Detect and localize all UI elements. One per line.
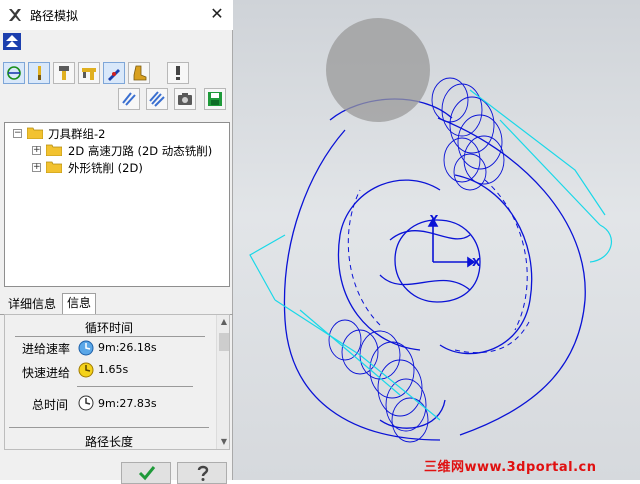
total-time-value: 9m:27.83s [98, 397, 157, 410]
camera-icon [178, 93, 192, 105]
path-display-icon [7, 66, 21, 80]
help-icon [197, 465, 209, 481]
dashed-bottom [454, 319, 531, 354]
ok-button[interactable] [121, 462, 171, 484]
tree-item-contour-mill[interactable]: 外形铣削 (2D) [68, 160, 143, 176]
double-up-arrow-icon [3, 33, 21, 50]
axis-x-label: X [472, 256, 481, 269]
scroll-up-arrow-icon[interactable]: ▲ [217, 315, 229, 329]
outer-contour-right [437, 117, 586, 436]
outer-contour-left [283, 129, 441, 441]
feed-rate-label: 进给速率 [22, 342, 71, 356]
total-time-label: 总时间 [32, 398, 69, 412]
holder-icon [59, 66, 69, 80]
feed-rate-value: 9m:26.18s [98, 341, 157, 354]
trochoid-loop [449, 96, 495, 154]
boot-button[interactable] [128, 62, 150, 84]
axis-y-label: Y [429, 213, 439, 226]
divider [77, 386, 193, 387]
trochoid-loop [463, 135, 505, 185]
bottom-loop [379, 399, 446, 429]
pen-button[interactable] [103, 62, 125, 84]
divider [9, 427, 209, 428]
tree-item-dynamic-mill[interactable]: 2D 高速刀路 (2D 动态铣削) [68, 143, 212, 159]
info-tabs: 详细信息 信息 [0, 293, 233, 315]
rapid-move [499, 119, 601, 226]
toolpath-lines-icon [122, 92, 136, 106]
tool-sphere [326, 18, 430, 122]
tree-expand-toggle[interactable]: + [32, 146, 41, 155]
save-icon [208, 92, 222, 106]
scroll-thumb[interactable] [219, 333, 229, 351]
boot-icon [133, 65, 147, 81]
path-simulation-panel: 路径模拟 ✕ − 刀具群组-2 + 2D 高速刀路 (2D 动态铣削) + 外形… [0, 0, 233, 484]
tree-item-toolgroup[interactable]: 刀具群组-2 [48, 126, 105, 142]
trochoid-loop [443, 137, 481, 183]
rapid-label: 快速进给 [22, 366, 71, 380]
camera-button[interactable] [174, 88, 196, 110]
pen-icon [108, 69, 120, 81]
cycle-time-heading: 循环时间 [84, 321, 133, 335]
feed-clock-icon [78, 340, 94, 356]
folder-icon [46, 144, 62, 156]
info-icon [176, 66, 180, 80]
toolpath-lines-button[interactable] [118, 88, 140, 110]
total-clock-icon [78, 395, 94, 411]
rapid-move [299, 309, 401, 396]
close-button[interactable]: ✕ [207, 4, 227, 24]
trochoid-loop [369, 341, 415, 399]
app-logo-icon [9, 9, 21, 21]
operations-tree[interactable]: − 刀具群组-2 + 2D 高速刀路 (2D 动态铣削) + 外形铣削 (2D) [4, 122, 230, 287]
collapse-up-button[interactable] [3, 33, 21, 50]
tab-details[interactable]: 详细信息 [4, 295, 60, 314]
rapid-move [249, 234, 286, 301]
info-scrollbar[interactable]: ▲ ▼ [216, 315, 229, 449]
checkmark-icon [138, 466, 156, 481]
toolpath-fill-button[interactable] [146, 88, 168, 110]
rapid-move [589, 224, 612, 263]
scroll-down-arrow-icon[interactable]: ▼ [217, 435, 229, 449]
inner-lobe-top [439, 174, 533, 355]
holder-shank-icon [82, 68, 96, 80]
tab-info[interactable]: 信息 [62, 293, 97, 315]
tree-collapse-toggle[interactable]: − [13, 129, 22, 138]
dashed-inner-right [484, 179, 528, 331]
info-panel: 循环时间 进给速率 9m:26.18s 快速进给 1.65s 总时间 9m:27… [4, 314, 230, 450]
trochoid-loop [453, 153, 487, 191]
folder-icon [46, 161, 62, 173]
tool-icon [38, 66, 41, 80]
dashed-inner-left [347, 189, 381, 326]
help-button[interactable] [177, 462, 227, 484]
info-button[interactable] [167, 62, 189, 84]
window-title: 路径模拟 [30, 9, 79, 23]
tree-expand-toggle[interactable]: + [32, 163, 41, 172]
path-display-button[interactable] [3, 62, 25, 84]
center-wave [379, 230, 471, 291]
holder-shank-button[interactable] [78, 62, 100, 84]
tool-button[interactable] [28, 62, 50, 84]
rapid-move [274, 299, 441, 421]
holder-button[interactable] [53, 62, 75, 84]
folder-icon [27, 127, 43, 139]
rapid-value: 1.65s [98, 363, 129, 376]
divider [15, 336, 205, 337]
watermark-text: 三维网www.3dportal.cn [424, 460, 597, 475]
title-bar: 路径模拟 ✕ [0, 0, 233, 30]
toolpath-fill-icon [149, 91, 165, 107]
rapid-clock-icon [78, 362, 94, 378]
path-length-heading: 路径长度 [84, 435, 133, 449]
save-button[interactable] [204, 88, 226, 110]
